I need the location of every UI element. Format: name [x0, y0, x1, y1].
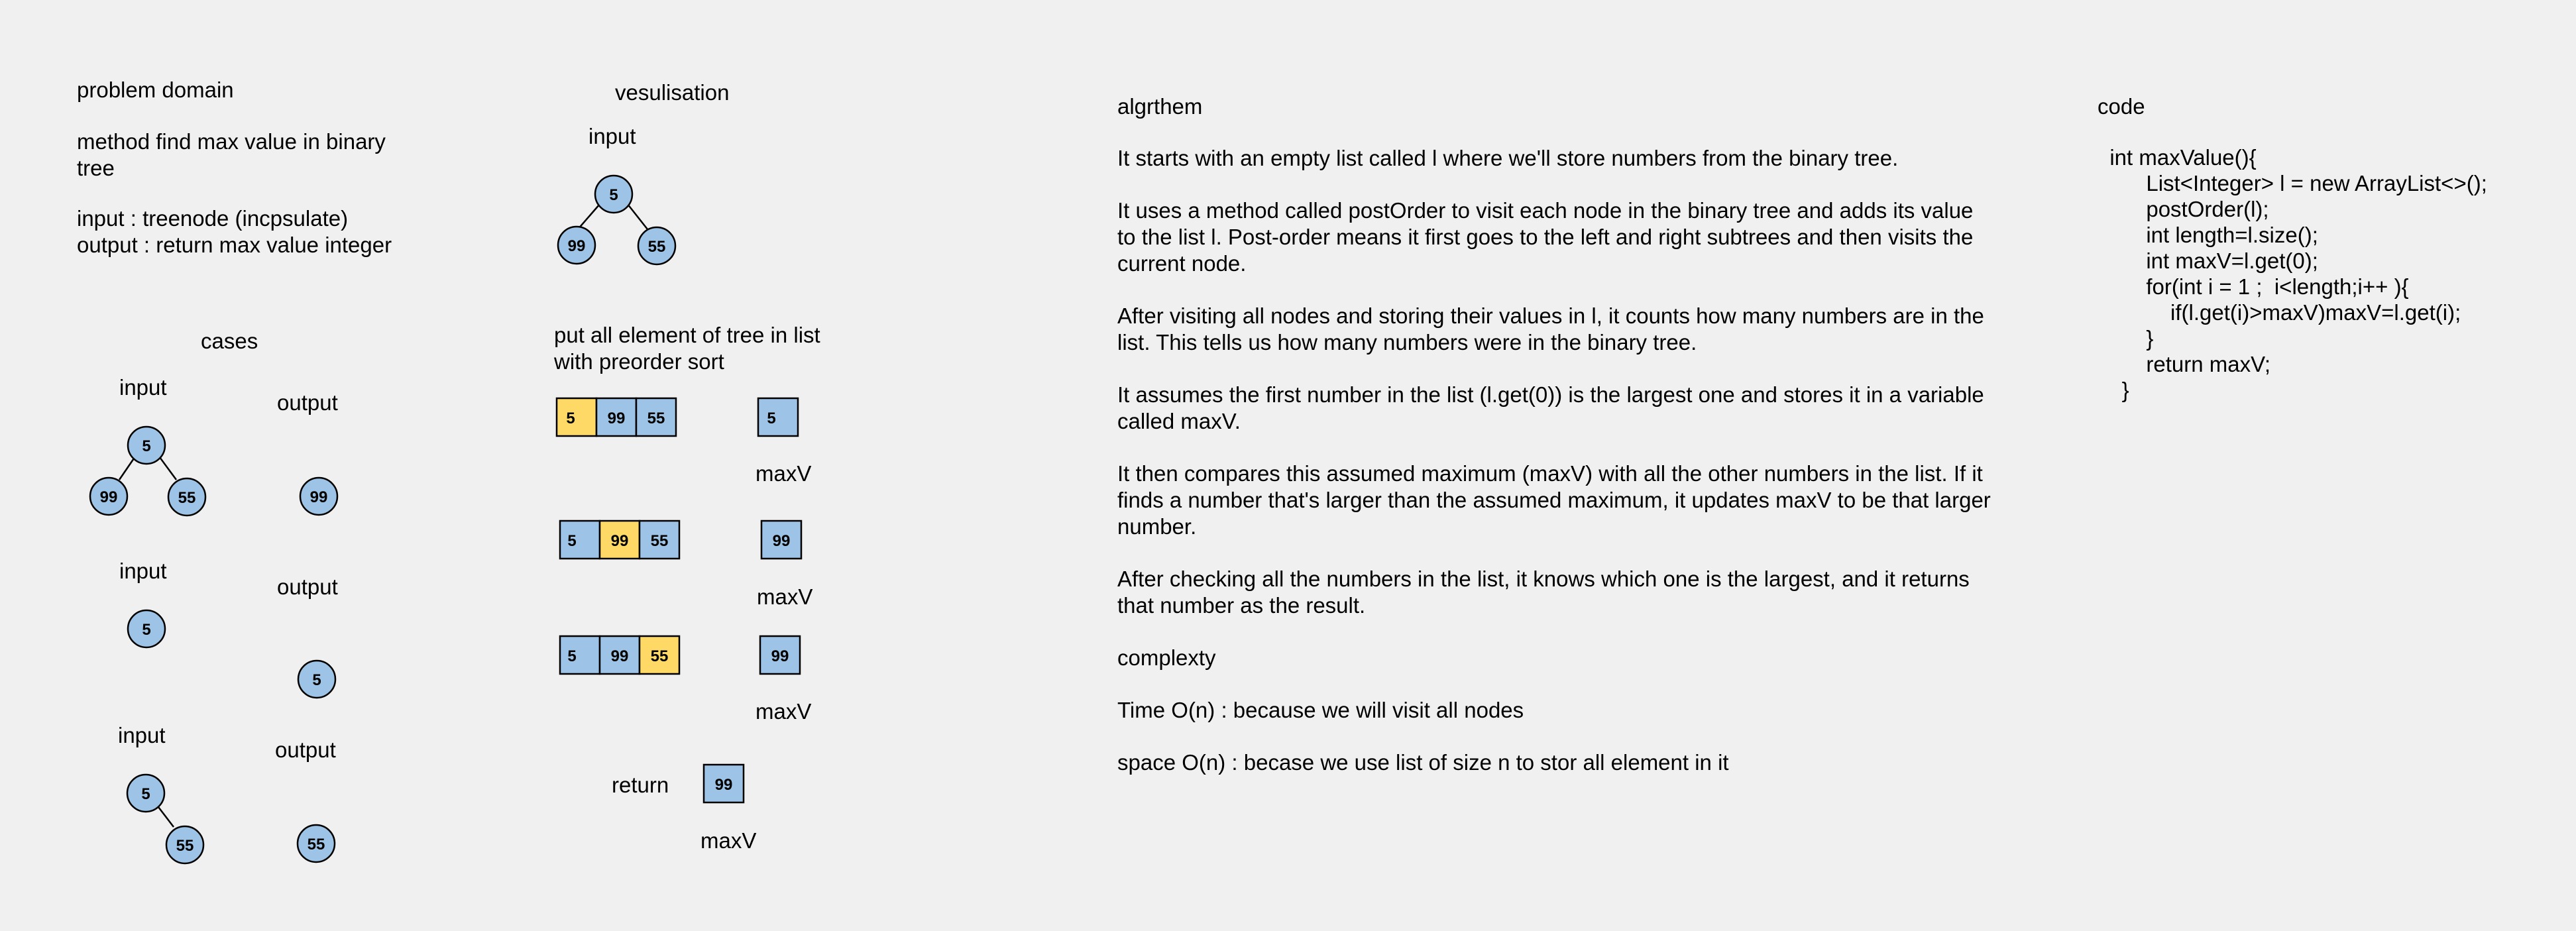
list-step-2: 5 99 55: [559, 520, 681, 560]
algorithm-paragraph-1: It starts with an empty list called l wh…: [1117, 146, 1899, 170]
list-cell: [559, 635, 601, 675]
list-cell-label: 99: [611, 647, 629, 665]
tree-edge: [627, 203, 648, 230]
maxv-value-step1: 5: [767, 410, 775, 427]
code-block: int maxValue(){ List<Integer> l = new Ar…: [2098, 144, 2487, 403]
code-line: int maxV=l.get(0);: [2098, 248, 2318, 273]
algorithm-paragraph-2: It uses a method called postOrder to vis…: [1117, 198, 1974, 276]
code-line: List<Integer> l = new ArrayList<>();: [2098, 171, 2487, 195]
complexity-title: complexty: [1117, 645, 1216, 670]
list-cell-label: 99: [608, 410, 626, 427]
maxv-box-step1: [757, 397, 799, 437]
tree-node-label: 99: [568, 237, 586, 255]
list-cell: [559, 520, 601, 560]
list-cell-label: 5: [567, 532, 576, 550]
algorithm-paragraph-6: After checking all the numbers in the li…: [1117, 567, 1970, 618]
tree-edge: [577, 203, 600, 230]
list-step-1: 5 99 55: [555, 397, 677, 437]
code-line: for(int i = 1 ; i<length;i++ ){: [2098, 274, 2409, 299]
algorithm-title: algrthem: [1117, 94, 1203, 119]
case3-result-label: 55: [308, 836, 325, 853]
algorithm-paragraph-4: It assumes the first number in the list …: [1117, 382, 1984, 433]
tree-edge: [156, 804, 174, 828]
tree-node-label: 55: [648, 238, 666, 256]
maxv-value-step2: 99: [773, 532, 791, 550]
tree-node-label: 5: [609, 186, 618, 204]
vis-input-tree: 5 99 55: [557, 174, 677, 266]
code-line: postOrder(l);: [2098, 197, 2269, 221]
case2-result-label: 5: [312, 671, 321, 689]
list-cell-label: 5: [566, 410, 575, 427]
tree-node-label: 5: [142, 437, 150, 455]
complexity-space: space O(n) : becase we use list of size …: [1117, 750, 1729, 775]
tree-node-label: 55: [178, 489, 196, 507]
code-line: }: [2098, 378, 2129, 402]
case2-tree-node-label: 5: [142, 621, 150, 639]
algorithm-body: It starts with an empty list called l wh…: [1117, 145, 1992, 802]
code-line: int length=l.size();: [2098, 223, 2318, 247]
tree-node-label: 5: [141, 785, 150, 803]
list-cell-label: 55: [647, 410, 665, 427]
case3-tree: 5 55: [126, 773, 205, 865]
code-line: if(l.get(i)>maxV)maxV=l.get(i);: [2098, 300, 2461, 325]
tree-node-label: 55: [176, 837, 194, 855]
tree-node-label: 99: [100, 488, 118, 506]
list-cell-label: 55: [651, 647, 669, 665]
list-step-3: 5 99 55: [559, 635, 681, 675]
list-cell-label: 99: [611, 532, 629, 550]
list-cell: [555, 397, 598, 437]
case1-result-label: 99: [310, 488, 328, 506]
list-cell-label: 55: [651, 532, 669, 550]
complexity-time: Time O(n) : because we will visit all no…: [1117, 698, 1524, 722]
code-line: }: [2098, 326, 2154, 351]
code-title: code: [2098, 94, 2145, 119]
algorithm-paragraph-5: It then compares this assumed maximum (m…: [1117, 461, 1991, 539]
maxv-value-step3: 99: [771, 647, 789, 665]
code-line: int maxValue(){: [2098, 145, 2257, 170]
code-line: return maxV;: [2098, 352, 2271, 376]
case1-tree: 5 99 55: [89, 425, 207, 517]
list-cell-label: 5: [567, 647, 576, 665]
algorithm-paragraph-3: After visiting all nodes and storing the…: [1117, 303, 1984, 355]
return-value: 99: [715, 776, 733, 794]
